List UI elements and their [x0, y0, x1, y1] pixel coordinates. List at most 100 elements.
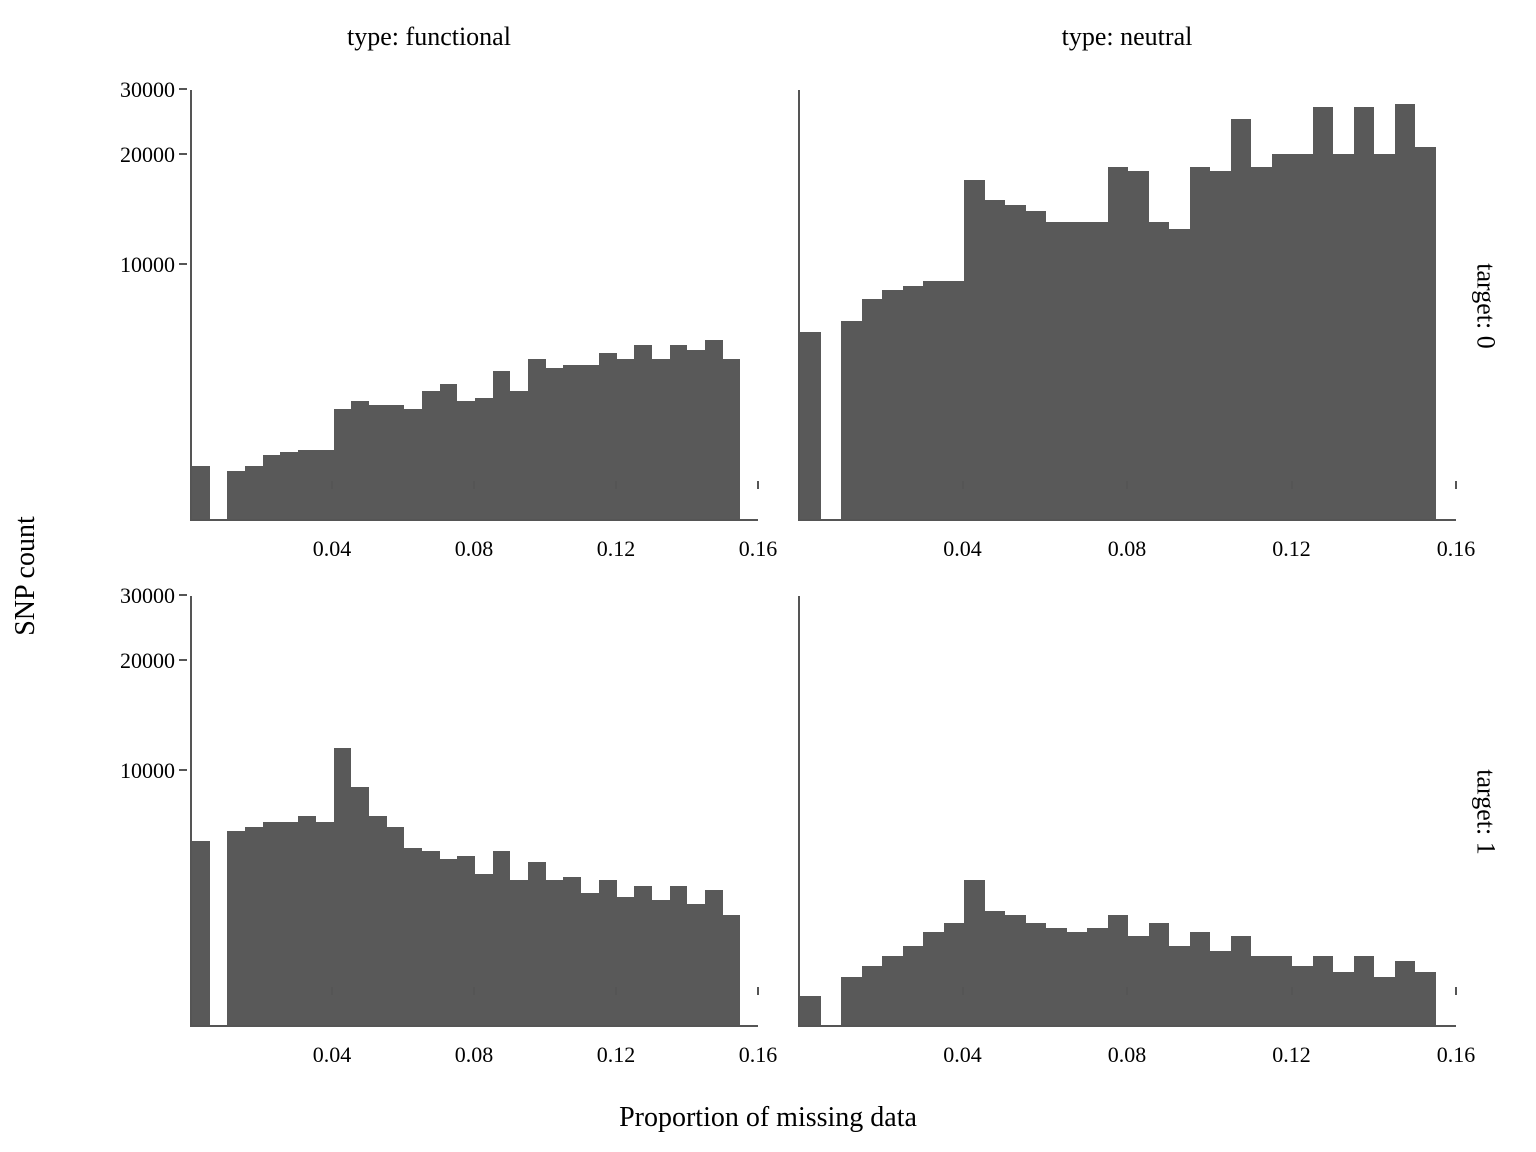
histogram-bar — [351, 787, 369, 1025]
histogram-bar — [1169, 946, 1190, 1025]
histogram-bar — [510, 880, 528, 1025]
histogram-bar — [280, 822, 298, 1025]
x-tick-label: 0.08 — [455, 1042, 494, 1068]
histogram-bar — [841, 321, 862, 519]
histogram-bar — [1026, 211, 1047, 519]
histogram-bar — [723, 359, 741, 519]
histogram-bar — [493, 851, 511, 1025]
histogram-bar — [334, 748, 352, 1025]
histogram-bar — [599, 353, 617, 519]
histogram-bar — [1354, 956, 1375, 1025]
histogram-bar — [528, 862, 546, 1025]
histogram-bar — [1087, 928, 1108, 1025]
histogram-bar — [1046, 928, 1067, 1025]
histogram-bar — [944, 923, 965, 1025]
x-tick-label: 0.08 — [1108, 536, 1147, 562]
x-tick-label: 0.04 — [313, 1042, 352, 1068]
histogram-bar — [227, 471, 245, 519]
histogram-bar — [985, 200, 1006, 519]
histogram-bar — [475, 874, 493, 1025]
histogram-bar — [841, 977, 862, 1025]
histogram-bar — [800, 332, 821, 519]
histogram-bar — [387, 405, 405, 519]
histogram-bar — [351, 401, 369, 519]
histogram-bar — [1190, 932, 1211, 1025]
histogram-bar — [617, 359, 635, 519]
histogram-bar — [563, 877, 581, 1025]
histogram-bar — [1210, 171, 1231, 519]
x-tick-label: 0.08 — [455, 536, 494, 562]
histogram-bar — [298, 816, 316, 1025]
histogram-bar — [192, 841, 210, 1025]
histogram-bar — [1354, 107, 1375, 519]
x-tick-label: 0.04 — [943, 1042, 982, 1068]
y-tick-label: 30000 — [120, 583, 175, 609]
histogram-bar — [510, 391, 528, 519]
histogram-bar — [1313, 107, 1334, 519]
histogram-bar — [652, 900, 670, 1025]
histogram-bar — [687, 904, 705, 1025]
histogram-bar — [599, 880, 617, 1025]
histogram-bar — [1128, 171, 1149, 519]
histogram-bar — [493, 371, 511, 519]
panel-target0-functional: 100002000030000 0.040.080.120.16 — [100, 90, 758, 566]
histogram-bar — [263, 822, 281, 1025]
histogram-bar — [1292, 154, 1313, 519]
histogram-bar — [1272, 154, 1293, 519]
histogram-bar — [862, 299, 883, 519]
histogram-bar — [528, 359, 546, 519]
histogram-bar — [245, 466, 263, 519]
x-tick-label: 0.12 — [1272, 536, 1311, 562]
histogram-bar — [1251, 956, 1272, 1025]
histogram-bar — [964, 880, 985, 1025]
histogram-bar — [1313, 956, 1334, 1025]
x-tick-label: 0.04 — [943, 536, 982, 562]
y-tick-label: 10000 — [120, 252, 175, 278]
histogram-bar — [705, 340, 723, 519]
histogram-bar — [923, 281, 944, 519]
histogram-bar — [670, 886, 688, 1025]
histogram-bar — [923, 932, 944, 1025]
row-strip-target0: target: 0 — [1466, 90, 1506, 521]
histogram-bar — [245, 827, 263, 1025]
x-tick-label: 0.12 — [1272, 1042, 1311, 1068]
x-tick-label: 0.12 — [597, 536, 636, 562]
x-tick-label: 0.08 — [1108, 1042, 1147, 1068]
histogram-bar — [475, 398, 493, 519]
histogram-bar — [422, 391, 440, 519]
histogram-bar — [1292, 966, 1313, 1025]
histogram-bar — [882, 290, 903, 519]
histogram-bar — [687, 350, 705, 519]
x-tick-label: 0.12 — [597, 1042, 636, 1068]
panel-target1-neutral: 100002000030000 0.040.080.120.16 target:… — [798, 596, 1456, 1072]
x-tick-label: 0.04 — [313, 536, 352, 562]
histogram-bar — [1190, 167, 1211, 519]
x-tick-label: 0.16 — [739, 1042, 778, 1068]
histogram-bar — [1108, 167, 1129, 519]
histogram-bar — [263, 455, 281, 519]
histogram-bar — [440, 859, 458, 1025]
col-header-neutral: type: neutral — [798, 22, 1456, 60]
histogram-bar — [1374, 154, 1395, 519]
x-tick-label: 0.16 — [1437, 1042, 1476, 1068]
histogram-bar — [404, 848, 422, 1025]
histogram-bar — [546, 880, 564, 1025]
histogram-bar — [1046, 222, 1067, 519]
histogram-bar — [652, 359, 670, 519]
histogram-bar — [964, 180, 985, 519]
histogram-bar — [634, 345, 652, 519]
histogram-bar — [903, 286, 924, 519]
histogram-bar — [723, 915, 741, 1025]
histogram-bar — [422, 851, 440, 1025]
histogram-bar — [1231, 119, 1252, 519]
histogram-bar — [1067, 222, 1088, 519]
histogram-bar — [369, 816, 387, 1025]
histogram-bar — [1415, 972, 1436, 1025]
y-tick-label: 20000 — [120, 142, 175, 168]
histogram-bar — [1005, 915, 1026, 1025]
histogram-bar — [457, 856, 475, 1025]
histogram-bar — [705, 890, 723, 1025]
panel-target1-functional: 100002000030000 0.040.080.120.16 — [100, 596, 758, 1072]
histogram-bar — [1005, 205, 1026, 519]
histogram-bar — [1149, 222, 1170, 519]
